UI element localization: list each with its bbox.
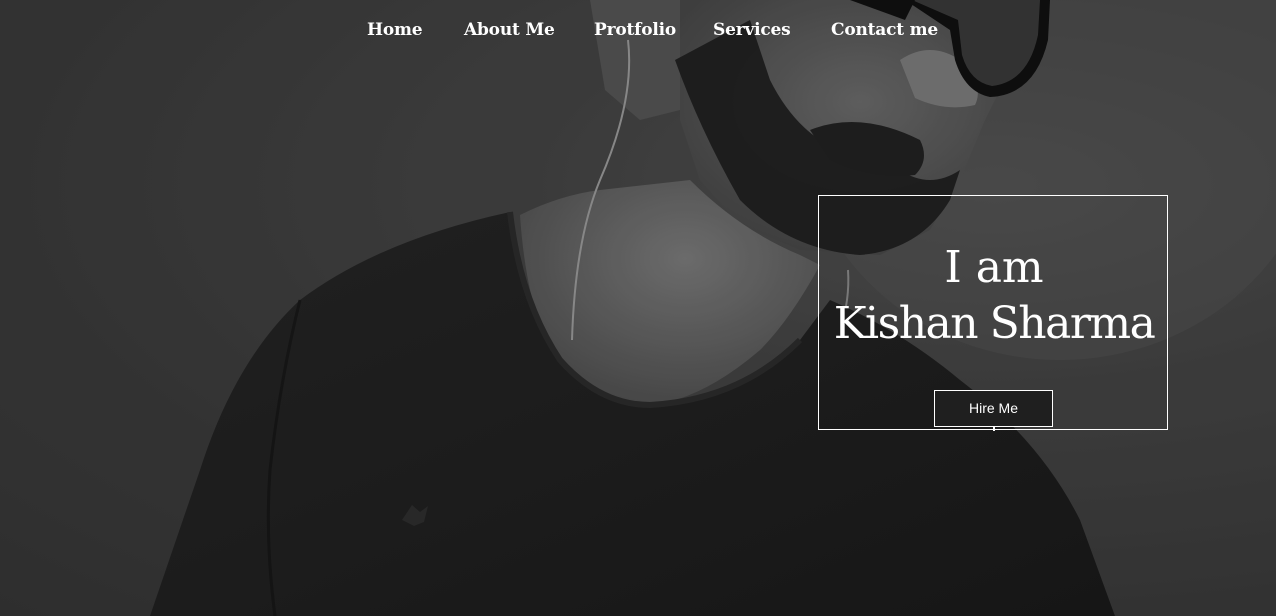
nav-item-home[interactable]: Home: [367, 18, 423, 42]
intro-heading-name: Kishan Sharma: [833, 298, 1156, 349]
intro-heading-line1: I am: [944, 242, 1044, 293]
nav-item-portfolio[interactable]: Protfolio: [594, 18, 676, 42]
intro-box: I am Kishan Sharma Hire Me: [818, 195, 1168, 431]
main-nav: Home About Me Protfolio Services Contact…: [0, 18, 1276, 44]
nav-item-services[interactable]: Services: [713, 18, 791, 42]
button-notch: [993, 426, 995, 431]
hero-section: Home About Me Protfolio Services Contact…: [0, 0, 1276, 616]
nav-item-contact-me[interactable]: Contact me: [831, 18, 938, 42]
hire-me-button[interactable]: Hire Me: [934, 390, 1053, 427]
nav-item-about-me[interactable]: About Me: [464, 18, 555, 42]
